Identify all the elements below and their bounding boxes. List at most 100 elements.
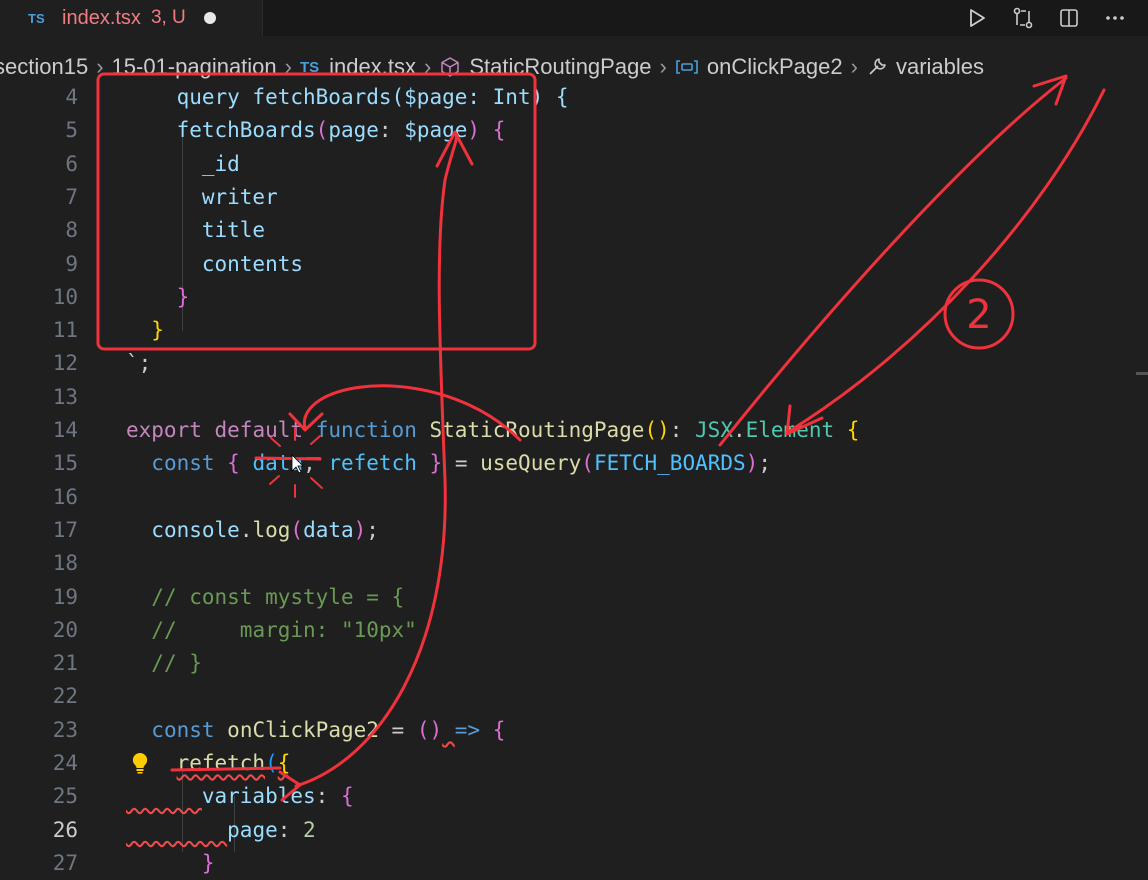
- breadcrumb-label: section15: [0, 54, 89, 79]
- code-line[interactable]: 26 page: 2: [0, 814, 1148, 847]
- code-text: const { data, refetch } = useQuery(FETCH…: [126, 451, 771, 475]
- chevron-right-icon: ›: [96, 54, 104, 79]
- code-line[interactable]: 8 title: [0, 214, 1148, 247]
- code-text: variables: {: [126, 784, 354, 808]
- code-line[interactable]: 19 // const mystyle = {: [0, 581, 1148, 614]
- line-number: 8: [65, 218, 78, 243]
- code-line[interactable]: 27 }: [0, 847, 1148, 880]
- line-number: 20: [52, 617, 78, 642]
- line-number: 27: [52, 850, 78, 875]
- code-line[interactable]: 21 // }: [0, 647, 1148, 680]
- code-line[interactable]: 7 writer: [0, 181, 1148, 214]
- code-token: // }: [151, 651, 202, 676]
- code-line[interactable]: 20 // margin: "10px": [0, 614, 1148, 647]
- code-token: (: [265, 751, 278, 775]
- code-text: }: [126, 851, 215, 875]
- code-line[interactable]: 15 const { data, refetch } = useQuery(FE…: [0, 447, 1148, 480]
- code-token: export: [126, 418, 202, 442]
- breadcrumb-item-handler[interactable]: onClickPage2: [675, 54, 843, 80]
- code-token: variables: [201, 784, 316, 809]
- code-token: :: [277, 817, 304, 842]
- breadcrumb-item-component[interactable]: StaticRoutingPage: [439, 54, 652, 80]
- code-line[interactable]: 24 refetch({: [0, 747, 1148, 780]
- code-text: // margin: "10px": [126, 618, 417, 642]
- breadcrumb-item-folder[interactable]: 15-01-pagination: [112, 54, 277, 80]
- code-line[interactable]: 14 export default function StaticRoutingP…: [0, 414, 1148, 447]
- more-actions-icon[interactable]: [1102, 5, 1128, 31]
- code-line[interactable]: 25 variables: {: [0, 780, 1148, 813]
- tab-filename: index.tsx: [62, 6, 141, 29]
- code-token: ,: [303, 451, 329, 476]
- code-editor[interactable]: 4 query fetchBoards($page: Int) {5 fetch…: [0, 81, 1148, 875]
- code-text: const onClickPage2 = () => {: [126, 718, 505, 742]
- code-line[interactable]: 18: [0, 547, 1148, 580]
- line-number: 14: [52, 418, 78, 442]
- code-token: =: [442, 451, 481, 476]
- code-line[interactable]: 12 `;: [0, 347, 1148, 380]
- breadcrumb-label: 15-01-pagination: [111, 54, 277, 79]
- code-token: // margin: "10px": [151, 617, 417, 642]
- line-number: 24: [52, 751, 78, 775]
- code-token: // const mystyle = {: [151, 584, 405, 609]
- lightbulb-icon[interactable]: [131, 752, 149, 779]
- line-number: 9: [65, 251, 78, 276]
- code-line[interactable]: 16: [0, 481, 1148, 514]
- code-token: }: [151, 318, 164, 343]
- code-token: ): [353, 517, 367, 542]
- unsaved-dot-icon[interactable]: [203, 12, 216, 24]
- code-text: refetch({: [126, 751, 291, 775]
- code-line[interactable]: 22: [0, 680, 1148, 713]
- code-token: (): [644, 418, 670, 442]
- code-line[interactable]: 9 contents: [0, 248, 1148, 281]
- code-line[interactable]: 11 }: [0, 314, 1148, 347]
- cube-icon: [439, 56, 461, 78]
- code-token: :: [315, 784, 341, 809]
- code-line[interactable]: 13: [0, 381, 1148, 414]
- code-line[interactable]: 4 query fetchBoards($page: Int) {: [0, 81, 1148, 114]
- ts-file-icon: TS: [28, 10, 45, 26]
- code-token: Element: [745, 418, 835, 442]
- code-line[interactable]: 6 _id: [0, 148, 1148, 181]
- line-number: 18: [52, 551, 78, 576]
- code-line[interactable]: 17 console.log(data);: [0, 514, 1148, 547]
- code-token: .: [239, 517, 253, 542]
- code-line[interactable]: 23 const onClickPage2 = () => {: [0, 714, 1148, 747]
- code-token: }: [176, 284, 190, 309]
- code-token: :: [378, 118, 405, 143]
- breadcrumb-item-section15[interactable]: section15: [0, 54, 88, 80]
- code-line[interactable]: 10 }: [0, 281, 1148, 314]
- run-icon[interactable]: [964, 5, 990, 31]
- code-token: 2: [303, 817, 316, 842]
- line-number: 13: [52, 384, 78, 409]
- scrollbar-marker[interactable]: [1136, 372, 1148, 375]
- line-number: 6: [65, 151, 78, 176]
- code-text: `;: [126, 351, 151, 375]
- code-token: console: [151, 517, 240, 542]
- code-token: }: [201, 850, 215, 875]
- code-line[interactable]: 5 fetchBoards(page: $page) {: [0, 114, 1148, 147]
- editor-tab-index-tsx[interactable]: TS index.tsx 3, U: [0, 0, 263, 36]
- split-editor-icon[interactable]: [1056, 5, 1082, 31]
- breadcrumb-item-file[interactable]: TS index.tsx: [300, 54, 416, 80]
- code-token: contents: [201, 251, 304, 276]
- line-number: 10: [52, 284, 78, 309]
- line-number: 22: [52, 684, 78, 709]
- code-token: data: [303, 517, 354, 542]
- breadcrumb-label: index.tsx: [329, 54, 416, 79]
- code-token: (): [416, 717, 443, 742]
- code-token: function: [315, 418, 417, 442]
- breadcrumb-item-variables[interactable]: variables: [866, 54, 984, 80]
- code-token: useQuery: [480, 451, 582, 476]
- code-token: StaticRoutingPage: [429, 418, 645, 442]
- code-token: ): [745, 451, 759, 476]
- compare-changes-icon[interactable]: [1010, 5, 1036, 31]
